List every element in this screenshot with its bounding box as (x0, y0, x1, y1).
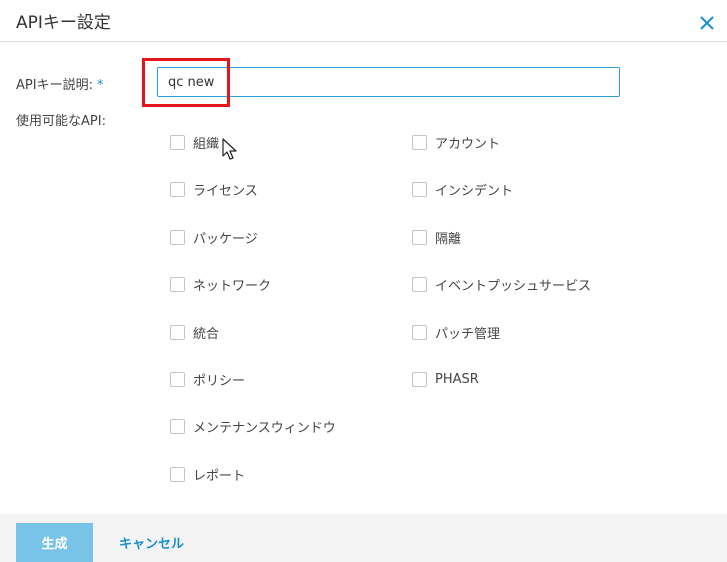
dialog-title: APIキー設定 (16, 13, 111, 33)
api-label: インシデント (435, 183, 514, 199)
create-button[interactable]: 生成 (16, 523, 93, 562)
api-checkbox[interactable] (170, 418, 185, 434)
api-item-report[interactable]: レポート (170, 464, 245, 484)
description-input[interactable] (157, 67, 620, 97)
api-item-license[interactable]: ライセンス (170, 179, 258, 199)
api-checkbox[interactable] (170, 466, 185, 482)
api-checkbox[interactable] (412, 371, 427, 387)
api-label: 組織 (193, 136, 220, 152)
api-label: ネットワーク (193, 278, 272, 294)
api-label: アカウント (435, 136, 501, 152)
api-label: 隔離 (435, 231, 462, 247)
api-item-package[interactable]: パッケージ (170, 227, 258, 247)
required-mark: * (96, 78, 104, 93)
api-label: イベントプッシュサービス (435, 278, 592, 294)
api-label: メンテナンスウィンドウ (193, 420, 336, 436)
close-icon (700, 16, 714, 30)
api-item-patch-management[interactable]: パッチ管理 (412, 322, 500, 342)
api-checkbox[interactable] (412, 134, 427, 150)
dialog-header: APIキー設定 (0, 0, 727, 42)
api-label: パッケージ (193, 231, 258, 247)
api-item-event-push-service[interactable]: イベントプッシュサービス (412, 274, 591, 294)
description-label-text: APIキー説明: (16, 78, 93, 93)
mouse-cursor-icon (222, 138, 237, 160)
api-checkbox[interactable] (412, 181, 427, 197)
api-checkbox[interactable] (412, 324, 427, 340)
apis-label: 使用可能なAPI: (16, 114, 106, 129)
api-checkbox[interactable] (412, 229, 427, 245)
api-label: ライセンス (193, 183, 258, 199)
api-checkbox[interactable] (170, 229, 185, 245)
api-item-policy[interactable]: ポリシー (170, 369, 245, 389)
close-button[interactable] (696, 10, 718, 32)
api-checkbox[interactable] (170, 181, 185, 197)
api-item-quarantine[interactable]: 隔離 (412, 227, 461, 247)
api-item-phasr[interactable]: PHASR (412, 369, 479, 389)
api-item-maintenance-window[interactable]: メンテナンスウィンドウ (170, 416, 336, 436)
api-item-network[interactable]: ネットワーク (170, 274, 271, 294)
api-item-integration[interactable]: 統合 (170, 322, 219, 342)
api-checkbox[interactable] (412, 276, 427, 292)
api-item-account[interactable]: アカウント (412, 132, 500, 152)
api-checkbox[interactable] (170, 371, 185, 387)
cancel-button[interactable]: キャンセル (119, 533, 184, 552)
api-checkbox[interactable] (170, 324, 185, 340)
api-label: レポート (193, 468, 246, 484)
api-label: PHASR (435, 371, 479, 387)
api-item-incident[interactable]: インシデント (412, 179, 513, 199)
api-checkbox[interactable] (170, 134, 185, 150)
api-label: ポリシー (193, 373, 246, 389)
api-label: 統合 (193, 326, 220, 342)
api-label: パッチ管理 (435, 326, 501, 342)
api-checkbox[interactable] (170, 276, 185, 292)
api-item-organization[interactable]: 組織 (170, 132, 219, 152)
description-label: APIキー説明: * (16, 74, 103, 93)
dialog-footer: 生成 キャンセル (0, 514, 727, 562)
